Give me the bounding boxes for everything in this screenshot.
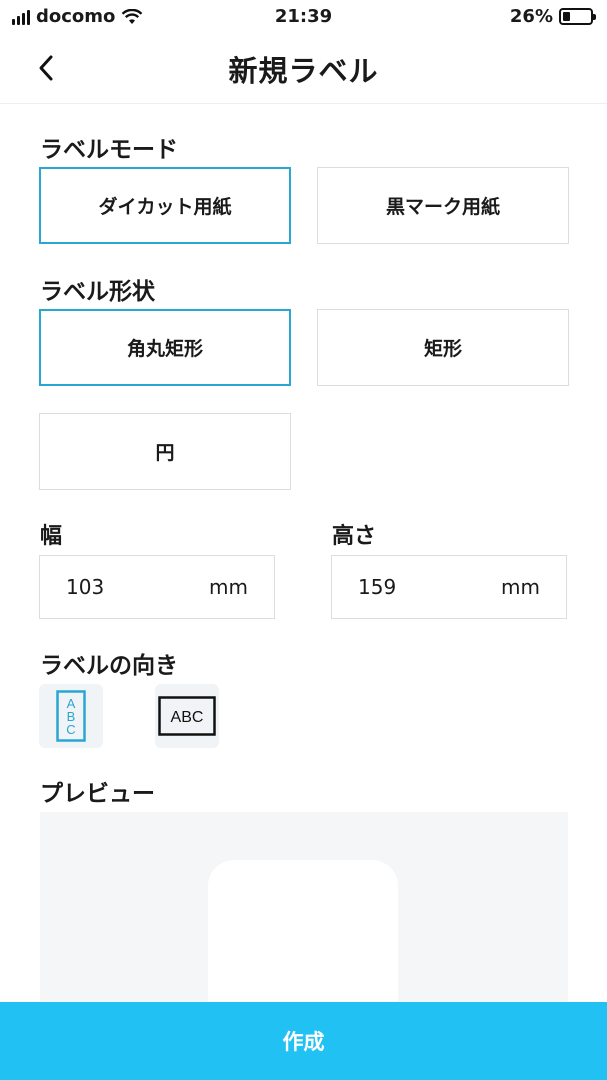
preview-label-shape — [208, 860, 398, 1022]
option-rounded-rectangle[interactable]: 角丸矩形 — [39, 309, 291, 386]
battery-icon — [559, 8, 596, 25]
nav-bar: 新規ラベル — [0, 34, 607, 104]
battery-fill — [563, 12, 570, 21]
horizontal-text-icon: ABC — [158, 696, 216, 736]
option-circle[interactable]: 円 — [39, 413, 291, 490]
horizontal-text: ABC — [171, 709, 204, 726]
label-mode-heading: ラベルモード — [40, 137, 178, 163]
battery-percent: 26% — [509, 6, 553, 27]
option-label: 円 — [155, 442, 175, 464]
option-die-cut-paper[interactable]: ダイカット用紙 — [39, 167, 291, 244]
orientation-horizontal-button[interactable]: ABC — [155, 684, 219, 748]
option-label: ダイカット用紙 — [98, 196, 232, 218]
preview-heading: プレビュー — [40, 781, 155, 807]
orientation-heading: ラベルの向き — [40, 653, 178, 679]
option-black-mark-paper[interactable]: 黒マーク用紙 — [317, 167, 569, 244]
page-title: 新規ラベル — [228, 54, 379, 88]
status-right: 26% — [509, 6, 596, 27]
create-button-label: 作成 — [282, 1030, 325, 1054]
height-unit: mm — [501, 575, 540, 599]
option-label: 矩形 — [423, 338, 462, 360]
orientation-vertical-button[interactable]: A B C — [39, 684, 103, 748]
create-button[interactable]: 作成 — [0, 1002, 607, 1080]
vertical-char: C — [66, 722, 75, 737]
width-value: 103 — [66, 575, 105, 599]
height-label: 高さ — [332, 524, 377, 549]
width-unit: mm — [209, 575, 248, 599]
option-rectangle[interactable]: 矩形 — [317, 309, 569, 386]
vertical-text-icon: A B C — [56, 690, 86, 742]
width-input[interactable]: 103 mm — [39, 555, 275, 619]
height-value: 159 — [358, 575, 397, 599]
option-label: 黒マーク用紙 — [385, 196, 500, 218]
status-bar: docomo 21:39 26% — [0, 0, 607, 34]
width-label: 幅 — [40, 524, 63, 549]
label-shape-heading: ラベル形状 — [40, 279, 155, 305]
preview-area — [40, 812, 568, 1022]
height-input[interactable]: 159 mm — [331, 555, 567, 619]
option-label: 角丸矩形 — [126, 338, 203, 360]
